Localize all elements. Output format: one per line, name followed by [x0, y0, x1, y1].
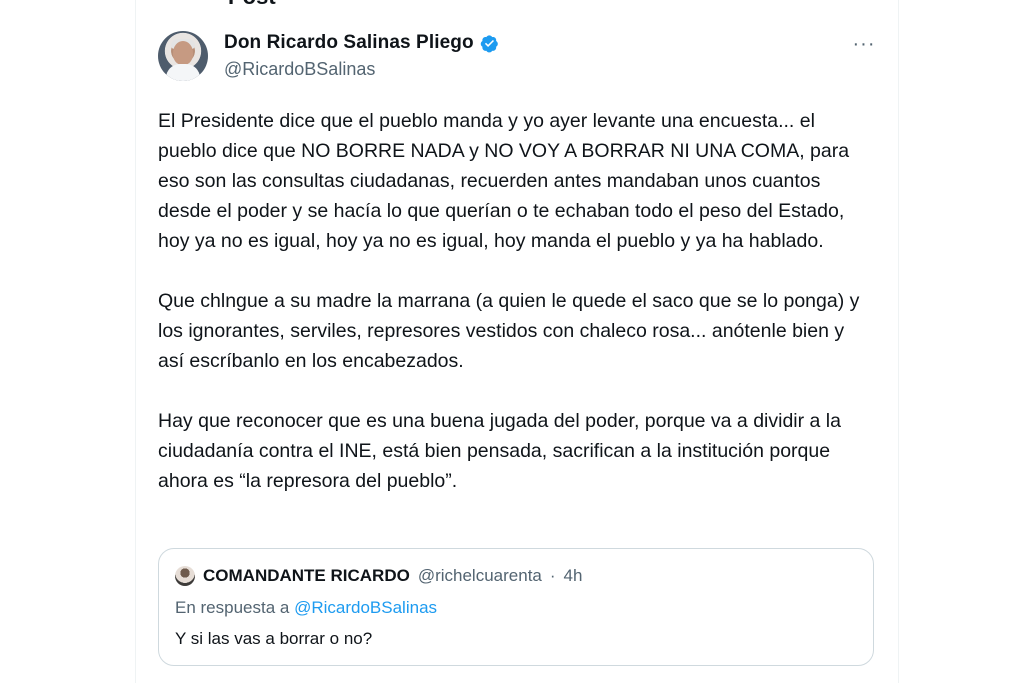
quoted-timestamp[interactable]: 4h	[564, 566, 583, 586]
author-display-name[interactable]: Don Ricardo Salinas Pliego	[224, 32, 474, 54]
reply-prefix: En respuesta a	[175, 598, 290, 617]
post-page: Post Don Ricardo Salinas Pliego @Ricardo…	[0, 0, 1024, 683]
avatar-face	[173, 41, 193, 65]
reply-context: En respuesta a @RicardoBSalinas	[175, 598, 437, 618]
verified-badge-icon	[480, 34, 498, 52]
post-paragraph-2: Que chlngue a su madre la marrana (a qui…	[158, 290, 865, 372]
page-title: Post	[228, 0, 276, 10]
quoted-author-handle[interactable]: @richelcuarenta	[418, 566, 542, 586]
quoted-author-name[interactable]: COMANDANTE RICARDO	[203, 566, 410, 586]
post-paragraph-3: Hay que reconocer que es una buena jugad…	[158, 410, 847, 492]
avatar-shirt	[166, 64, 200, 81]
post-text: El Presidente dice que el pueblo manda y…	[158, 106, 873, 526]
reply-mention-link[interactable]: @RicardoBSalinas	[294, 598, 437, 617]
quoted-post-header: COMANDANTE RICARDO @richelcuarenta · 4h	[175, 566, 582, 586]
author-name-row: Don Ricardo Salinas Pliego	[224, 32, 499, 54]
more-icon: ···	[852, 33, 876, 55]
post-paragraph-1: El Presidente dice que el pueblo manda y…	[158, 110, 855, 252]
quoted-post-text: Y si las vas a borrar o no?	[175, 629, 373, 648]
avatar[interactable]	[158, 31, 208, 81]
quoted-avatar[interactable]	[175, 566, 195, 586]
author-handle[interactable]: @RicardoBSalinas	[224, 59, 375, 80]
more-options-button[interactable]: ···	[852, 32, 876, 56]
quoted-post-card[interactable]: COMANDANTE RICARDO @richelcuarenta · 4h …	[158, 548, 874, 666]
quoted-separator: ·	[549, 566, 556, 585]
